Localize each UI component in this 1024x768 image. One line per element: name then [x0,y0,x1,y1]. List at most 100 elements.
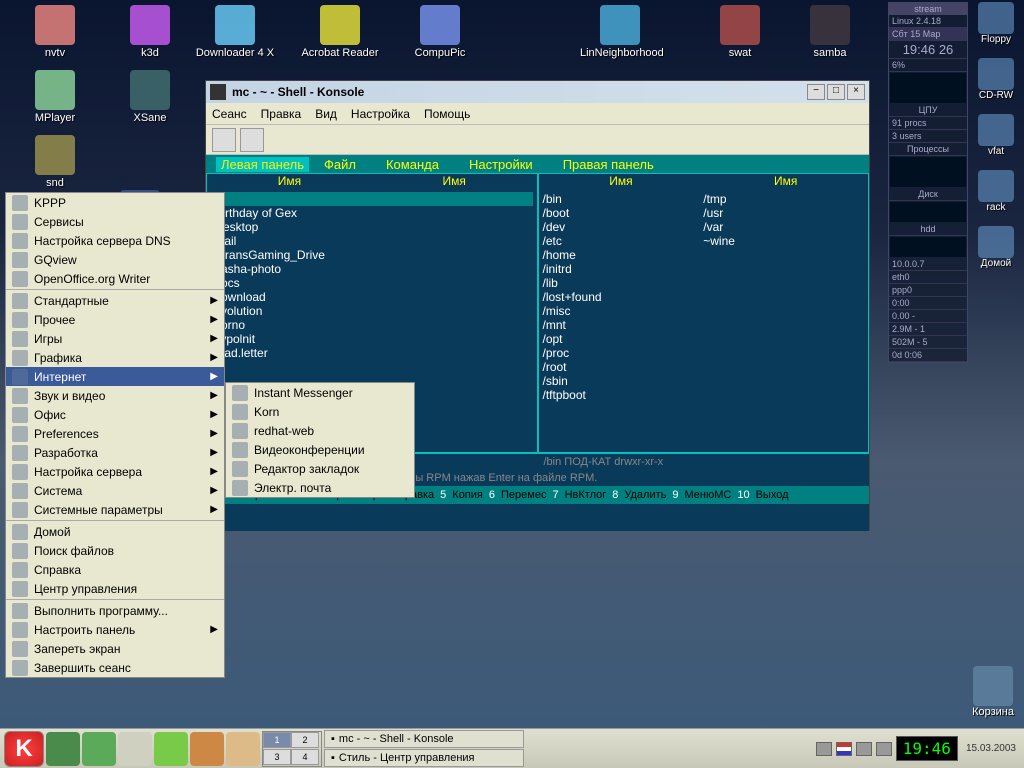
k-menu-button[interactable]: K [4,731,44,767]
menu-settings[interactable]: Настройка [351,107,410,121]
mc-file-item[interactable]: /tftpboot [543,388,704,402]
mc-file-item[interactable]: dead.letter [211,346,533,360]
mc-file-item[interactable]: /boot [543,206,704,220]
menu-item-редактор-закладок[interactable]: Редактор закладок [226,459,414,478]
desktop-icon-downloader-4-x[interactable]: Downloader 4 X [195,5,275,59]
desktop-icon-acrobat-reader[interactable]: Acrobat Reader [300,5,380,59]
device-icon-домой[interactable]: Домой [970,226,1022,280]
menu-item-завершить-сеанс[interactable]: Завершить сеанс [6,658,224,677]
mc-file-item[interactable]: /Desktop [211,220,533,234]
menu-help[interactable]: Помощь [424,107,470,121]
menu-item-графика[interactable]: Графика▶ [6,348,224,367]
mc-menu-file[interactable]: Файл [309,157,371,172]
menu-item-системные-параметры[interactable]: Системные параметры▶ [6,500,224,519]
menu-item-поиск-файлов[interactable]: Поиск файлов [6,541,224,560]
desktop-icon-nvtv[interactable]: nvtv [15,5,95,59]
quick-launch-1[interactable] [46,732,80,766]
maximize-button[interactable]: □ [827,84,845,100]
desktop-icon-mplayer[interactable]: MPlayer [15,70,95,124]
task-control-center[interactable]: ▪Стиль - Центр управления [324,749,524,767]
mc-menu-left[interactable]: Левая панель [216,157,309,172]
mc-file-item[interactable]: ~TransGaming_Drive [211,248,533,262]
mc-file-item[interactable]: /proc [543,346,704,360]
menu-edit[interactable]: Правка [261,107,302,121]
fkey-8[interactable]: Удалить [620,489,670,501]
mc-file-item[interactable]: /.. [211,192,533,206]
mc-file-item[interactable]: /root [543,360,704,374]
menu-item-разработка[interactable]: Разработка▶ [6,443,224,462]
menu-item-preferences[interactable]: Preferences▶ [6,424,224,443]
menu-item-прочее[interactable]: Прочее▶ [6,310,224,329]
menu-item-redhat-web[interactable]: redhat-web [226,421,414,440]
menu-item-выполнить-программу-[interactable]: Выполнить программу... [6,601,224,620]
menu-item-звук-и-видео[interactable]: Звук и видео▶ [6,386,224,405]
desktop-icon-k3d[interactable]: k3d [110,5,190,59]
quick-launch-3[interactable] [118,732,152,766]
tray-icon-1[interactable] [816,742,832,756]
trash-icon[interactable]: Корзина [972,666,1014,718]
fkey-9[interactable]: МенюMC [681,489,736,501]
mc-file-item[interactable]: /lib [543,276,704,290]
desktop-icon-linneighborhood[interactable]: LinNeighborhood [580,5,660,59]
menu-item-korn[interactable]: Korn [226,402,414,421]
menu-session[interactable]: Сеанс [212,107,247,121]
titlebar[interactable]: mc - ~ - Shell - Konsole − □ × [206,81,869,103]
mc-file-item[interactable]: /opt [543,332,704,346]
menu-item-сервисы[interactable]: Сервисы [6,212,224,231]
tray-flag-icon[interactable] [836,742,852,756]
menu-item-запереть-экран[interactable]: Запереть экран [6,639,224,658]
pager-3[interactable]: 3 [263,749,291,765]
menu-item-электр-почта[interactable]: Электр. почта [226,478,414,497]
menu-item-центр-управления[interactable]: Центр управления [6,579,224,598]
desktop-icon-samba[interactable]: samba [790,5,870,59]
quick-launch-6[interactable] [226,732,260,766]
menu-item-видеоконференции[interactable]: Видеоконференции [226,440,414,459]
mc-file-item[interactable]: /var [703,220,864,234]
quick-launch-4[interactable] [154,732,188,766]
mc-file-item[interactable]: /etc [543,234,704,248]
menu-item-домой[interactable]: Домой [6,522,224,541]
menu-item-настроить-панель[interactable]: Настроить панель▶ [6,620,224,639]
mc-file-item[interactable]: /evolution [211,304,533,318]
clock[interactable]: 19:46 [896,736,958,761]
desktop-icon-xsane[interactable]: XSane [110,70,190,124]
fkey-7[interactable]: НвКтлог [561,489,611,501]
mc-file-item[interactable]: /mnt [543,318,704,332]
device-icon-cd-rw[interactable]: CD-RW [970,58,1022,112]
mc-file-item[interactable]: /dev [543,220,704,234]
mc-file-item[interactable]: /usr [703,206,864,220]
menu-item-игры[interactable]: Игры▶ [6,329,224,348]
desktop-icon-snd[interactable]: snd [15,135,95,189]
mc-file-item[interactable]: /Birthday of Gex [211,206,533,220]
tool-monitor[interactable] [240,128,264,152]
pager-2[interactable]: 2 [291,732,319,748]
device-icon-vfat[interactable]: vfat [970,114,1022,168]
menu-item-instant-messenger[interactable]: Instant Messenger [226,383,414,402]
quick-launch-2[interactable] [82,732,116,766]
menu-item-система[interactable]: Система▶ [6,481,224,500]
mc-file-item[interactable]: /dasha-photo [211,262,533,276]
mc-file-item[interactable]: /porno [211,318,533,332]
menu-item-openoffice-org-writer[interactable]: OpenOffice.org Writer [6,269,224,288]
mc-file-item[interactable]: /sbin [543,374,704,388]
menu-item-kppp[interactable]: KPPP [6,193,224,212]
tray-icon-4[interactable] [876,742,892,756]
quick-launch-5[interactable] [190,732,224,766]
menu-item-настройка-сервера-dns[interactable]: Настройка сервера DNS [6,231,224,250]
fkey-10[interactable]: Выход [752,489,793,501]
mc-file-item[interactable]: /bin [543,192,704,206]
mc-file-item[interactable]: /docs [211,276,533,290]
mc-file-item[interactable]: /vypolnit [211,332,533,346]
desktop-icon-swat[interactable]: swat [700,5,780,59]
close-button[interactable]: × [847,84,865,100]
mc-file-item[interactable]: /misc [543,304,704,318]
desktop-pager[interactable]: 1 2 3 4 [262,731,322,767]
mc-file-item[interactable]: /home [543,248,704,262]
mc-file-item[interactable]: /initrd [543,262,704,276]
mc-file-item[interactable]: ~wine [703,234,864,248]
mc-right-panel[interactable]: ИмяИмя /bin/boot/dev/etc/home/initrd/lib… [538,173,870,453]
fkey-5[interactable]: Копия [448,489,487,501]
desktop-icon-compupic[interactable]: CompuPic [400,5,480,59]
tool-new-session[interactable] [212,128,236,152]
menu-item-стандартные[interactable]: Стандартные▶ [6,291,224,310]
